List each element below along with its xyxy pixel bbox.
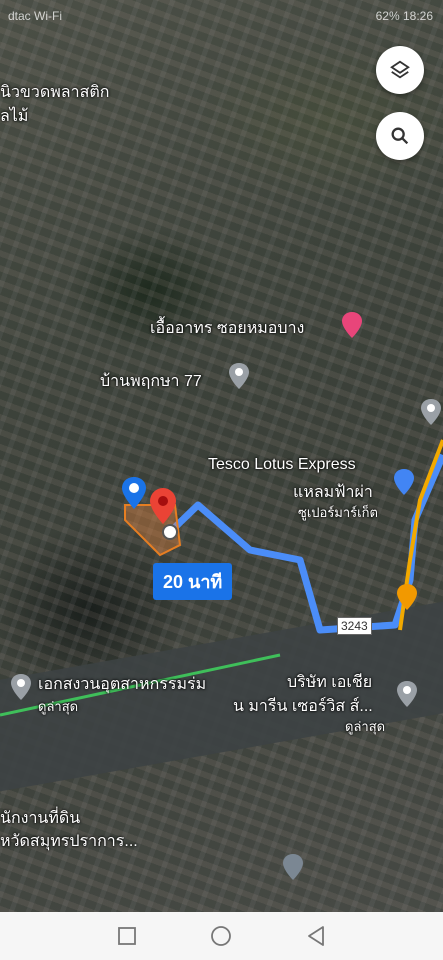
place-label[interactable]: ลไม้ xyxy=(0,104,28,129)
school-pin-icon[interactable] xyxy=(282,853,304,881)
current-location-pin-icon[interactable] xyxy=(121,476,147,510)
route-start-dot xyxy=(162,524,178,540)
place-label[interactable]: บริษัท เอเชีย xyxy=(287,670,372,695)
system-nav-bar xyxy=(0,912,443,960)
back-icon[interactable] xyxy=(305,925,327,947)
recent-apps-icon[interactable] xyxy=(117,926,137,946)
place-pin-icon[interactable] xyxy=(420,398,442,426)
place-label[interactable]: บ้านพฤกษา 77 xyxy=(100,369,202,394)
layers-icon xyxy=(390,60,410,79)
restaurant-pin-icon[interactable] xyxy=(396,583,418,611)
shopping-pin-icon[interactable] xyxy=(393,468,415,496)
place-label[interactable]: ดูล่าสุด xyxy=(38,696,78,717)
place-label[interactable]: เอกสงวนอุตสาหกรรมร่ม xyxy=(38,672,206,697)
carrier-label: dtac Wi-Fi xyxy=(8,9,62,23)
layers-button[interactable] xyxy=(376,46,424,94)
place-pin-icon[interactable] xyxy=(396,680,418,708)
search-button[interactable] xyxy=(376,112,424,160)
place-label[interactable]: หวัดสมุทรปราการ... xyxy=(0,829,138,854)
place-pin-icon[interactable] xyxy=(10,673,32,701)
road-number-label: 3243 xyxy=(337,617,372,635)
place-pin-icon[interactable] xyxy=(228,362,250,390)
map-view[interactable]: dtac Wi-Fi 62% 18:26 นิวขวดพลาสติก ลไม้ … xyxy=(0,0,443,912)
destination-pin-icon[interactable] xyxy=(149,487,177,525)
time-label: 18:26 xyxy=(402,9,433,23)
home-icon[interactable] xyxy=(210,925,232,947)
battery-label: 62 xyxy=(375,9,389,23)
hotel-pin-icon[interactable] xyxy=(341,311,363,339)
place-label[interactable]: ดูล่าสุด xyxy=(345,716,385,737)
place-label[interactable]: เอื้ออาทร ซอยหมอบาง xyxy=(150,316,304,341)
place-label[interactable]: นิวขวดพลาสติก xyxy=(0,80,109,105)
place-label[interactable]: ซูเปอร์มาร์เก็ต xyxy=(298,502,378,523)
place-label[interactable]: นักงานที่ดิน xyxy=(0,806,80,831)
status-bar: dtac Wi-Fi 62% 18:26 xyxy=(8,9,433,23)
search-icon xyxy=(391,127,409,145)
place-label[interactable]: Tesco Lotus Express xyxy=(208,456,356,474)
route-duration-label[interactable]: 20 นาที xyxy=(153,563,233,600)
